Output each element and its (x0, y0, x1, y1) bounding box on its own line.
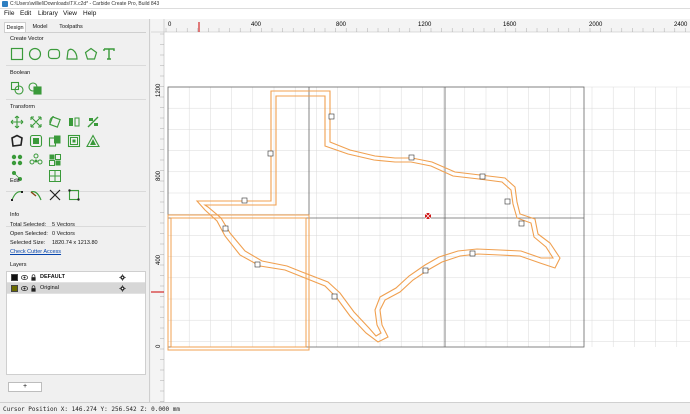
ruler-x-label-2000: 2000 (589, 22, 603, 28)
info-total-selected: Total Selected: 5 Vectors (10, 222, 75, 228)
selection-handle[interactable] (222, 225, 229, 232)
ruler-x-label-1600: 1600 (503, 22, 517, 28)
pentagon-icon[interactable] (84, 47, 98, 61)
selection-center-marker[interactable] (424, 212, 432, 220)
gear-icon[interactable] (119, 274, 126, 281)
weld-icon[interactable] (10, 81, 24, 95)
section-info: Info (10, 212, 20, 218)
ruler-x-label-800: 800 (336, 22, 347, 28)
curve-icon[interactable] (65, 47, 79, 61)
selection-handle[interactable] (267, 150, 274, 157)
selection-handle[interactable] (241, 197, 248, 204)
lock-icon[interactable] (30, 274, 37, 281)
selection-handle[interactable] (331, 293, 338, 300)
tab-model[interactable]: Model (30, 22, 50, 32)
divider (6, 99, 146, 100)
move-icon[interactable] (10, 115, 24, 129)
array-icon[interactable] (10, 153, 24, 167)
section-edit: Edit (10, 178, 20, 184)
menu-bar: File Edit Library View Help (0, 9, 690, 19)
section-boolean: Boolean (10, 70, 31, 76)
outline-icon[interactable] (29, 134, 43, 148)
left-panel: Design Model Toolpaths Create Vector Boo… (0, 19, 150, 402)
offset-icon[interactable] (10, 134, 24, 148)
section-layers: Layers (10, 262, 27, 268)
selection-handle[interactable] (504, 198, 511, 205)
title-bar: C:\Users\williel\Downloads\TX.c2d* - Car… (0, 0, 690, 9)
ruler-y-label-1200: 1200 (156, 83, 162, 97)
selection-handle[interactable] (328, 113, 335, 120)
bezier-edit-icon[interactable] (29, 188, 43, 202)
selection-handle[interactable] (254, 261, 261, 268)
layer-row-original[interactable]: Original (7, 283, 145, 294)
ruler-x-label-2400: 2400 (674, 22, 688, 28)
ruler-y-label-800: 800 (156, 170, 162, 181)
info-total-selected-value: 5 Vectors (52, 222, 75, 228)
layer-row-default[interactable]: DEFAULT (7, 272, 145, 283)
rectangle-icon[interactable] (10, 47, 24, 61)
selection-handle[interactable] (408, 154, 415, 161)
app-icon (2, 1, 8, 7)
menu-view[interactable]: View (63, 10, 77, 17)
align-icon[interactable] (86, 115, 100, 129)
ruler-x-label-1200: 1200 (418, 22, 432, 28)
status-bar: Cursor Position X: 146.274 Y: 256.542 Z:… (0, 402, 690, 414)
section-transform: Transform (10, 104, 35, 110)
shear-icon[interactable] (86, 134, 100, 148)
eye-icon[interactable] (21, 285, 28, 292)
design-canvas[interactable]: 0 400 800 1200 1600 2000 2400 1200 800 4… (151, 19, 690, 402)
layer-name-default: DEFAULT (40, 274, 65, 280)
group-icon[interactable] (48, 153, 62, 167)
info-selected-size-label: Selected Size: (10, 240, 46, 246)
tab-toolpaths[interactable]: Toolpaths (56, 22, 86, 32)
gear-icon[interactable] (119, 285, 126, 292)
info-selected-size-value: 1820.74 x 1213.80 (52, 240, 98, 246)
scale-icon[interactable] (29, 115, 43, 129)
join-icon[interactable] (48, 134, 62, 148)
section-create-vector: Create Vector (10, 36, 44, 42)
ruler-left (151, 19, 164, 402)
ruler-x-label-400: 400 (251, 22, 262, 28)
distort-icon[interactable] (29, 153, 43, 167)
check-cutter-access-link[interactable]: Check Cutter Access (10, 249, 61, 255)
polygon-icon[interactable] (47, 47, 61, 61)
circle-icon[interactable] (28, 47, 42, 61)
add-layer-button[interactable]: + (8, 382, 42, 392)
trim-icon[interactable] (48, 188, 62, 202)
menu-edit[interactable]: Edit (20, 10, 31, 17)
mirror-icon[interactable] (67, 115, 81, 129)
text-icon[interactable] (102, 47, 116, 61)
selection-handle[interactable] (479, 173, 486, 180)
selection-handle[interactable] (422, 267, 429, 274)
eye-icon[interactable] (21, 274, 28, 281)
node-edit-icon[interactable] (10, 188, 24, 202)
tab-design[interactable]: Design (4, 22, 26, 32)
menu-library[interactable]: Library (38, 10, 58, 17)
rotate-icon[interactable] (48, 115, 62, 129)
layer-name-original: Original (40, 285, 59, 291)
window-title: C:\Users\williel\Downloads\TX.c2d* - Car… (10, 1, 160, 7)
selection-handle[interactable] (469, 250, 476, 257)
menu-file[interactable]: File (4, 10, 14, 17)
info-selected-size: Selected Size: 1820.74 x 1213.80 (10, 240, 98, 246)
menu-help[interactable]: Help (83, 10, 96, 17)
extend-icon[interactable] (67, 188, 81, 202)
layers-list: DEFAULT Original (6, 271, 146, 375)
grid-array-icon[interactable] (48, 169, 62, 183)
smooth-icon[interactable] (67, 134, 81, 148)
info-total-selected-label: Total Selected: (10, 222, 47, 228)
layer-color-swatch[interactable] (11, 285, 18, 292)
info-open-selected-value: 0 Vectors (52, 231, 75, 237)
cursor-position-text: Cursor Position X: 146.274 Y: 256.542 Z:… (3, 406, 181, 413)
lock-icon[interactable] (30, 285, 37, 292)
selection-handle[interactable] (518, 220, 525, 227)
info-open-selected-label: Open Selected: (10, 231, 48, 237)
divider (6, 65, 146, 66)
layer-color-swatch[interactable] (11, 274, 18, 281)
info-open-selected: Open Selected: 0 Vectors (10, 231, 75, 237)
subtract-icon[interactable] (28, 81, 42, 95)
tab-divider (4, 32, 146, 33)
ruler-y-label-400: 400 (156, 254, 162, 265)
